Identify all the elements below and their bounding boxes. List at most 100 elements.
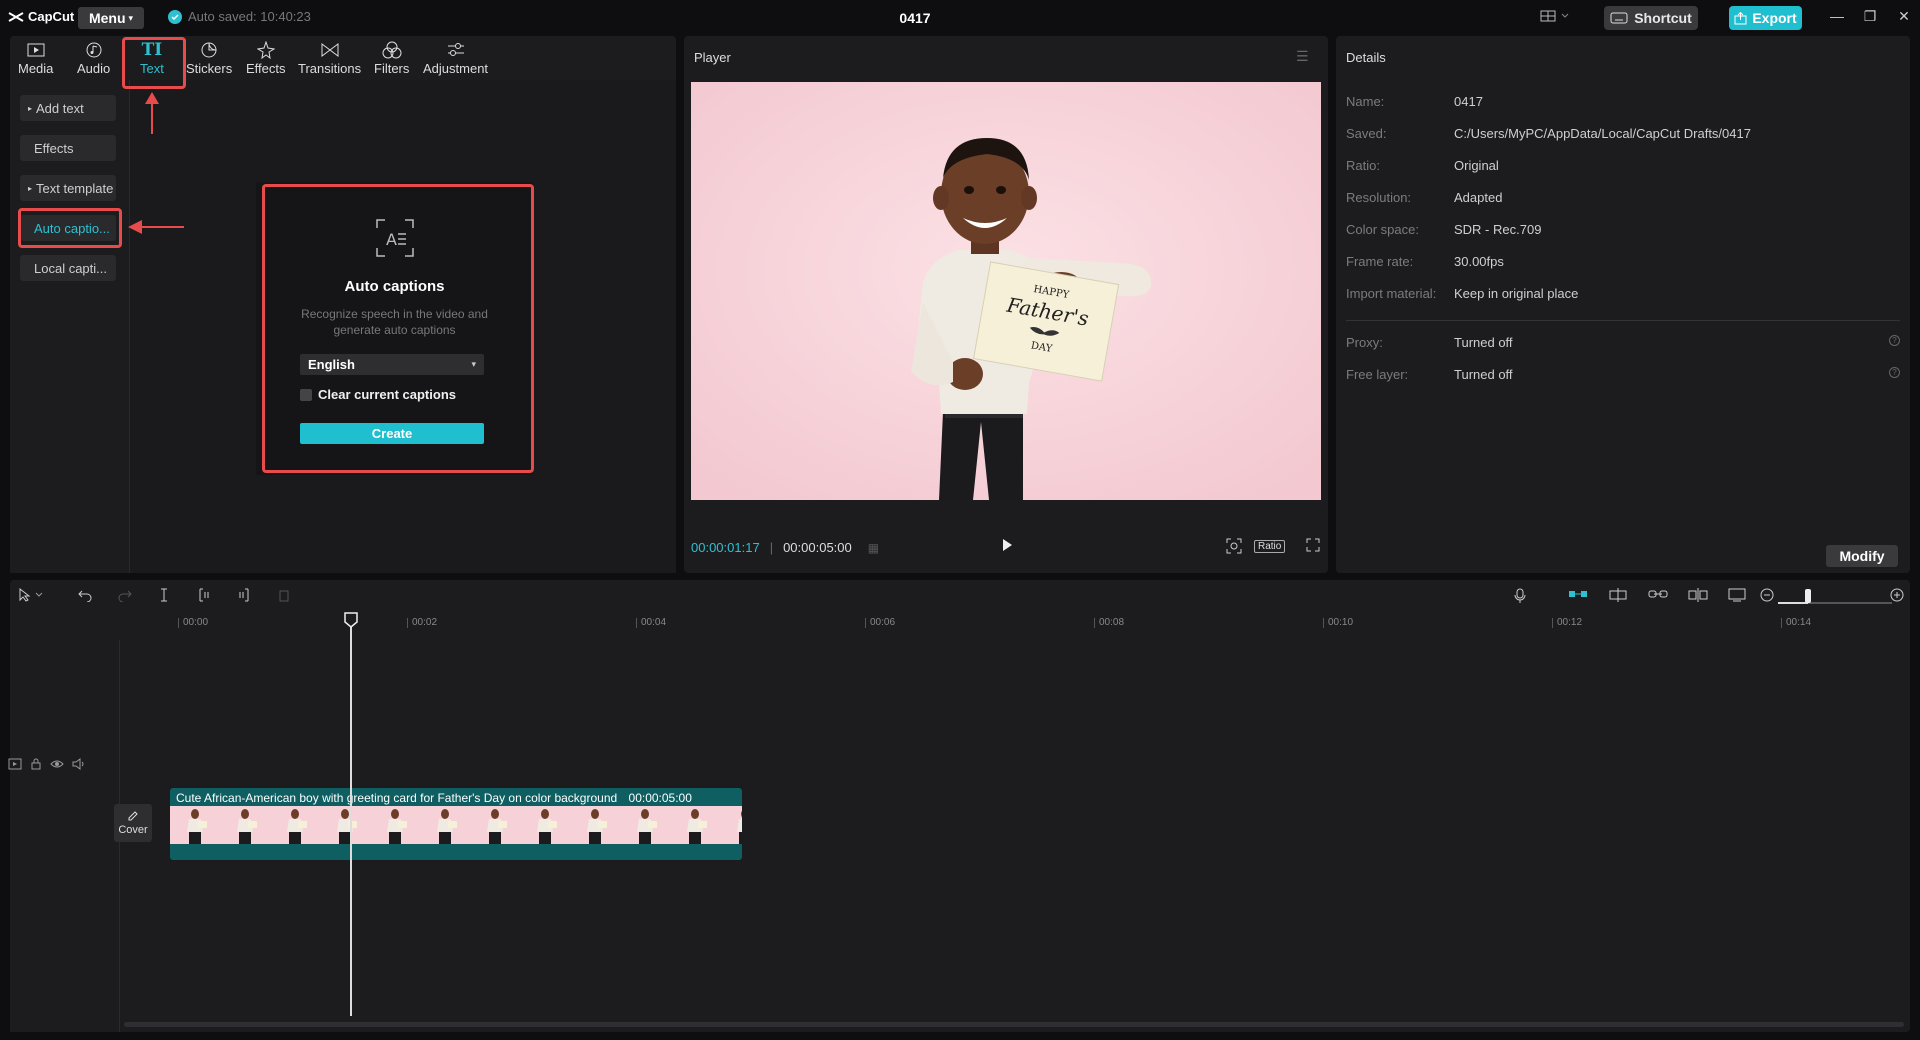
tab-effects[interactable]: Effects <box>246 40 286 76</box>
redo-icon[interactable] <box>118 588 132 605</box>
sidebar-item-local-captions[interactable]: Local capti... <box>20 255 116 281</box>
play-button[interactable] <box>1000 538 1014 555</box>
filters-icon <box>382 40 402 60</box>
help-icon[interactable]: ? <box>1889 335 1900 346</box>
linkage-icon[interactable] <box>1648 588 1668 603</box>
restore-icon[interactable]: ❐ <box>1860 8 1880 25</box>
microphone-icon[interactable] <box>1514 588 1526 607</box>
detail-label: Free layer: <box>1346 367 1409 382</box>
close-icon[interactable]: ✕ <box>1894 8 1914 25</box>
timeline-toolbar <box>10 580 1910 612</box>
clip-name: Cute African-American boy with greeting … <box>176 791 618 805</box>
undo-icon[interactable] <box>78 588 92 605</box>
shortcut-label: Shortcut <box>1634 10 1692 26</box>
zoom-out-icon[interactable] <box>1760 588 1774 605</box>
hamburger-icon[interactable]: ☰ <box>1296 48 1309 65</box>
arrow-up-icon <box>145 92 159 134</box>
ruler-tick: 00:14 <box>1781 618 1811 628</box>
sidebar-item-text-template[interactable]: ▸ Text template <box>20 175 116 201</box>
sidebar-item-effects[interactable]: Effects <box>20 135 116 161</box>
detail-label: Resolution: <box>1346 190 1412 205</box>
grid-icon[interactable]: ▦ <box>868 541 879 555</box>
edit-pencil-icon <box>128 811 138 821</box>
ratio-button[interactable]: Ratio <box>1254 540 1286 553</box>
tab-transitions[interactable]: Transitions <box>298 40 361 76</box>
shortcut-button[interactable]: Shortcut <box>1604 6 1698 30</box>
detail-value: Turned off <box>1454 335 1513 350</box>
video-clip[interactable]: Cute African-American boy with greeting … <box>170 788 742 860</box>
modify-button[interactable]: Modify <box>1826 545 1898 567</box>
clip-thumbnail <box>720 806 742 844</box>
tab-stickers[interactable]: Stickers <box>186 40 232 76</box>
audio-icon <box>85 40 103 60</box>
player-timecode: 00:00:01:17 | 00:00:05:00 ▦ <box>691 540 879 555</box>
zoom-slider-handle[interactable] <box>1804 589 1812 606</box>
layout-icon[interactable] <box>1540 9 1570 26</box>
detail-value: Adapted <box>1454 190 1503 205</box>
split-icon[interactable] <box>158 588 170 605</box>
detail-value: 0417 <box>1454 94 1483 109</box>
eye-icon[interactable] <box>50 758 64 773</box>
tab-label: Adjustment <box>423 61 489 76</box>
clip-thumbnails <box>170 806 742 844</box>
tab-adjustment[interactable]: Adjustment <box>423 40 488 76</box>
lock-icon[interactable] <box>30 758 42 773</box>
export-label: Export <box>1752 10 1797 26</box>
clip-thumbnail <box>470 806 520 844</box>
playhead-handle[interactable] <box>344 612 358 628</box>
detail-label: Ratio: <box>1346 158 1380 173</box>
detail-label: Import material: <box>1346 286 1437 301</box>
caret-right-icon: ▸ <box>28 103 33 113</box>
main-track-magnet-icon[interactable] <box>1568 588 1588 603</box>
export-icon <box>1734 11 1747 24</box>
stickers-icon <box>200 40 218 60</box>
ruler-tick: 00:04 <box>636 618 666 628</box>
auto-snapping-icon[interactable] <box>1608 588 1628 605</box>
video-preview[interactable]: HAPPY Father's DAY <box>691 82 1321 500</box>
timeline-ruler[interactable]: 00:00 00:02 00:04 00:06 00:08 00:10 00:1… <box>120 614 1910 636</box>
clip-duration: 00:00:05:00 <box>628 791 692 805</box>
select-cursor-icon[interactable] <box>18 587 44 605</box>
zoom-in-icon[interactable] <box>1890 588 1904 605</box>
minimize-icon[interactable]: — <box>1827 8 1847 24</box>
clip-thumbnail <box>170 806 220 844</box>
tab-filters[interactable]: Filters <box>374 40 409 76</box>
fullscreen-icon[interactable] <box>1306 538 1320 555</box>
total-time: 00:00:05:00 <box>783 540 852 555</box>
details-divider <box>1346 320 1900 321</box>
title-bar: CapCut Menu ▾ Auto saved: 10:40:23 0417 … <box>0 0 1920 36</box>
tab-media[interactable]: Media <box>18 40 53 76</box>
track-header-column <box>10 640 120 1032</box>
highlight-text-tab <box>122 37 186 89</box>
timeline-scrollbar[interactable] <box>124 1022 1904 1027</box>
detail-label: Saved: <box>1346 126 1387 141</box>
tab-label: Effects <box>246 61 286 76</box>
ruler-tick: 00:08 <box>1094 618 1124 628</box>
detail-value: 30.00fps <box>1454 254 1504 269</box>
highlight-auto-captions-item <box>18 208 122 248</box>
volume-icon[interactable] <box>72 758 86 773</box>
effects-icon <box>256 40 275 60</box>
clip-thumbnail <box>270 806 320 844</box>
arrow-left-icon <box>128 220 184 234</box>
player-title: Player <box>694 50 731 65</box>
delete-left-icon[interactable] <box>198 588 210 605</box>
sidebar-item-add-text[interactable]: ▸ Add text <box>20 95 116 121</box>
clip-thumbnail <box>570 806 620 844</box>
adjustment-icon <box>446 40 466 60</box>
playhead[interactable] <box>350 616 352 1016</box>
tab-label: Media <box>18 61 54 76</box>
tab-audio[interactable]: Audio <box>77 40 110 76</box>
detail-value: Keep in original place <box>1454 286 1579 301</box>
help-icon[interactable]: ? <box>1889 367 1900 378</box>
preview-screen-icon[interactable] <box>1728 588 1746 605</box>
cover-button[interactable]: Cover <box>114 804 152 842</box>
preview-axis-icon[interactable] <box>1688 588 1708 605</box>
trash-icon[interactable] <box>278 588 290 605</box>
current-time: 00:00:01:17 <box>691 540 760 555</box>
export-button[interactable]: Export <box>1729 6 1802 30</box>
delete-right-icon[interactable] <box>238 588 250 605</box>
fit-screen-icon[interactable] <box>1226 538 1242 557</box>
zoom-slider[interactable] <box>1778 594 1892 609</box>
ruler-tick: 00:02 <box>407 618 437 628</box>
